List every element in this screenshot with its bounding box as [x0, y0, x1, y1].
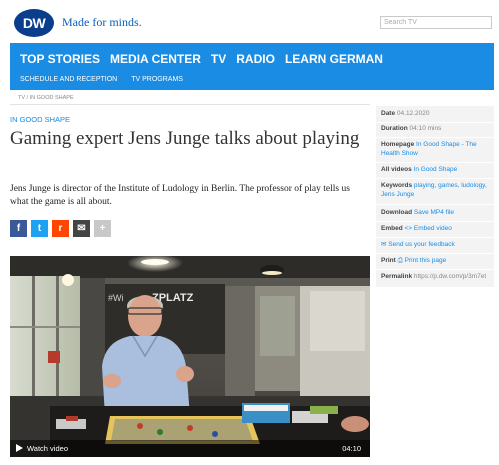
- detail-feedback: ✉ Send us your feedback: [381, 241, 491, 250]
- search-input[interactable]: Search TV: [380, 16, 492, 29]
- svg-text:#Wi: #Wi: [108, 293, 124, 303]
- download-mp4-link[interactable]: Save MP4 file: [414, 209, 454, 216]
- dw-logo[interactable]: DW: [14, 9, 54, 37]
- download-label: Download: [381, 209, 413, 216]
- tagline: Made for minds.: [62, 15, 142, 29]
- all-videos-label: All videos: [381, 166, 412, 173]
- email-icon[interactable]: ✉: [73, 220, 90, 237]
- video-control-bar: Watch video 04:10: [10, 440, 370, 457]
- breadcrumb[interactable]: TV / IN GOOD SHAPE: [18, 95, 74, 101]
- detail-keywords: Keywords playing, games, ludology, Jens …: [381, 182, 491, 199]
- divider: [10, 104, 370, 105]
- duration-label: Duration: [381, 125, 408, 132]
- nav-learn-german[interactable]: LEARN GERMAN: [285, 52, 383, 66]
- divider: [376, 269, 494, 270]
- detail-embed: Embed <> Embed video: [381, 225, 491, 234]
- detail-all-videos: All videos In Good Shape: [381, 166, 491, 175]
- nav-top-stories[interactable]: TOP STORIES: [20, 52, 100, 66]
- main-navigation: TOP STORIES MEDIA CENTER TV RADIO LEARN …: [10, 43, 494, 90]
- divider: [376, 237, 494, 238]
- permalink-value[interactable]: https://p.dw.com/p/3m7et: [414, 273, 486, 280]
- feedback-link[interactable]: Send us your feedback: [388, 241, 455, 248]
- print-link[interactable]: Print this page: [405, 257, 447, 264]
- all-videos-link[interactable]: In Good Shape: [414, 166, 458, 173]
- video-still: ZPLATZ #Wi: [10, 256, 370, 457]
- nav-radio[interactable]: RADIO: [236, 52, 275, 66]
- keywords-label: Keywords: [381, 182, 413, 189]
- reddit-icon[interactable]: r: [52, 220, 69, 237]
- duration-value: 04:10 mins: [409, 125, 442, 132]
- sidebar-details: Date 04.12.2020 Duration 04:10 mins Home…: [376, 106, 494, 287]
- detail-download: Download Save MP4 file: [381, 209, 491, 218]
- date-label: Date: [381, 110, 396, 117]
- embed-video-link[interactable]: <> Embed video: [404, 225, 451, 232]
- article-title: Gaming expert Jens Junge talks about pla…: [10, 128, 360, 149]
- detail-homepage: Homepage In Good Shape - The Health Show: [381, 141, 491, 158]
- divider: [376, 137, 494, 138]
- watch-video-label[interactable]: Watch video: [27, 444, 68, 453]
- detail-date: Date 04.12.2020: [381, 110, 491, 119]
- article-category[interactable]: IN GOOD SHAPE: [10, 115, 70, 124]
- embed-label: Embed: [381, 225, 403, 232]
- print-icon[interactable]: ⎙: [398, 257, 403, 264]
- share-bar: f t r ✉ +: [10, 220, 111, 237]
- divider: [376, 122, 494, 123]
- detail-permalink: Permalink https://p.dw.com/p/3m7et: [381, 273, 491, 282]
- twitter-icon[interactable]: t: [31, 220, 48, 237]
- nav-tv[interactable]: TV: [211, 52, 226, 66]
- feedback-icon[interactable]: ✉: [381, 241, 386, 248]
- video-player[interactable]: ZPLATZ #Wi Watch video 04:10: [10, 256, 370, 457]
- print-label: Print: [381, 257, 396, 264]
- play-icon[interactable]: [16, 444, 23, 452]
- homepage-label: Homepage: [381, 141, 415, 148]
- permalink-label: Permalink: [381, 273, 413, 280]
- facebook-icon[interactable]: f: [10, 220, 27, 237]
- divider: [376, 253, 494, 254]
- date-value: 04.12.2020: [396, 110, 430, 117]
- more-icon[interactable]: +: [94, 220, 111, 237]
- subnav-tv-programs[interactable]: TV PROGRAMS: [131, 76, 183, 83]
- detail-duration: Duration 04:10 mins: [381, 125, 491, 134]
- nav-media-center[interactable]: MEDIA CENTER: [110, 52, 201, 66]
- subnav-schedule[interactable]: SCHEDULE AND RECEPTION: [20, 76, 117, 83]
- video-duration: 04:10: [342, 444, 361, 453]
- divider: [376, 178, 494, 179]
- divider: [376, 162, 494, 163]
- divider: [376, 204, 494, 205]
- article-teaser: Jens Junge is director of the Institute …: [10, 184, 350, 207]
- divider: [376, 221, 494, 222]
- logo-text: DW: [22, 15, 46, 31]
- detail-print: Print ⎙ Print this page: [381, 257, 491, 266]
